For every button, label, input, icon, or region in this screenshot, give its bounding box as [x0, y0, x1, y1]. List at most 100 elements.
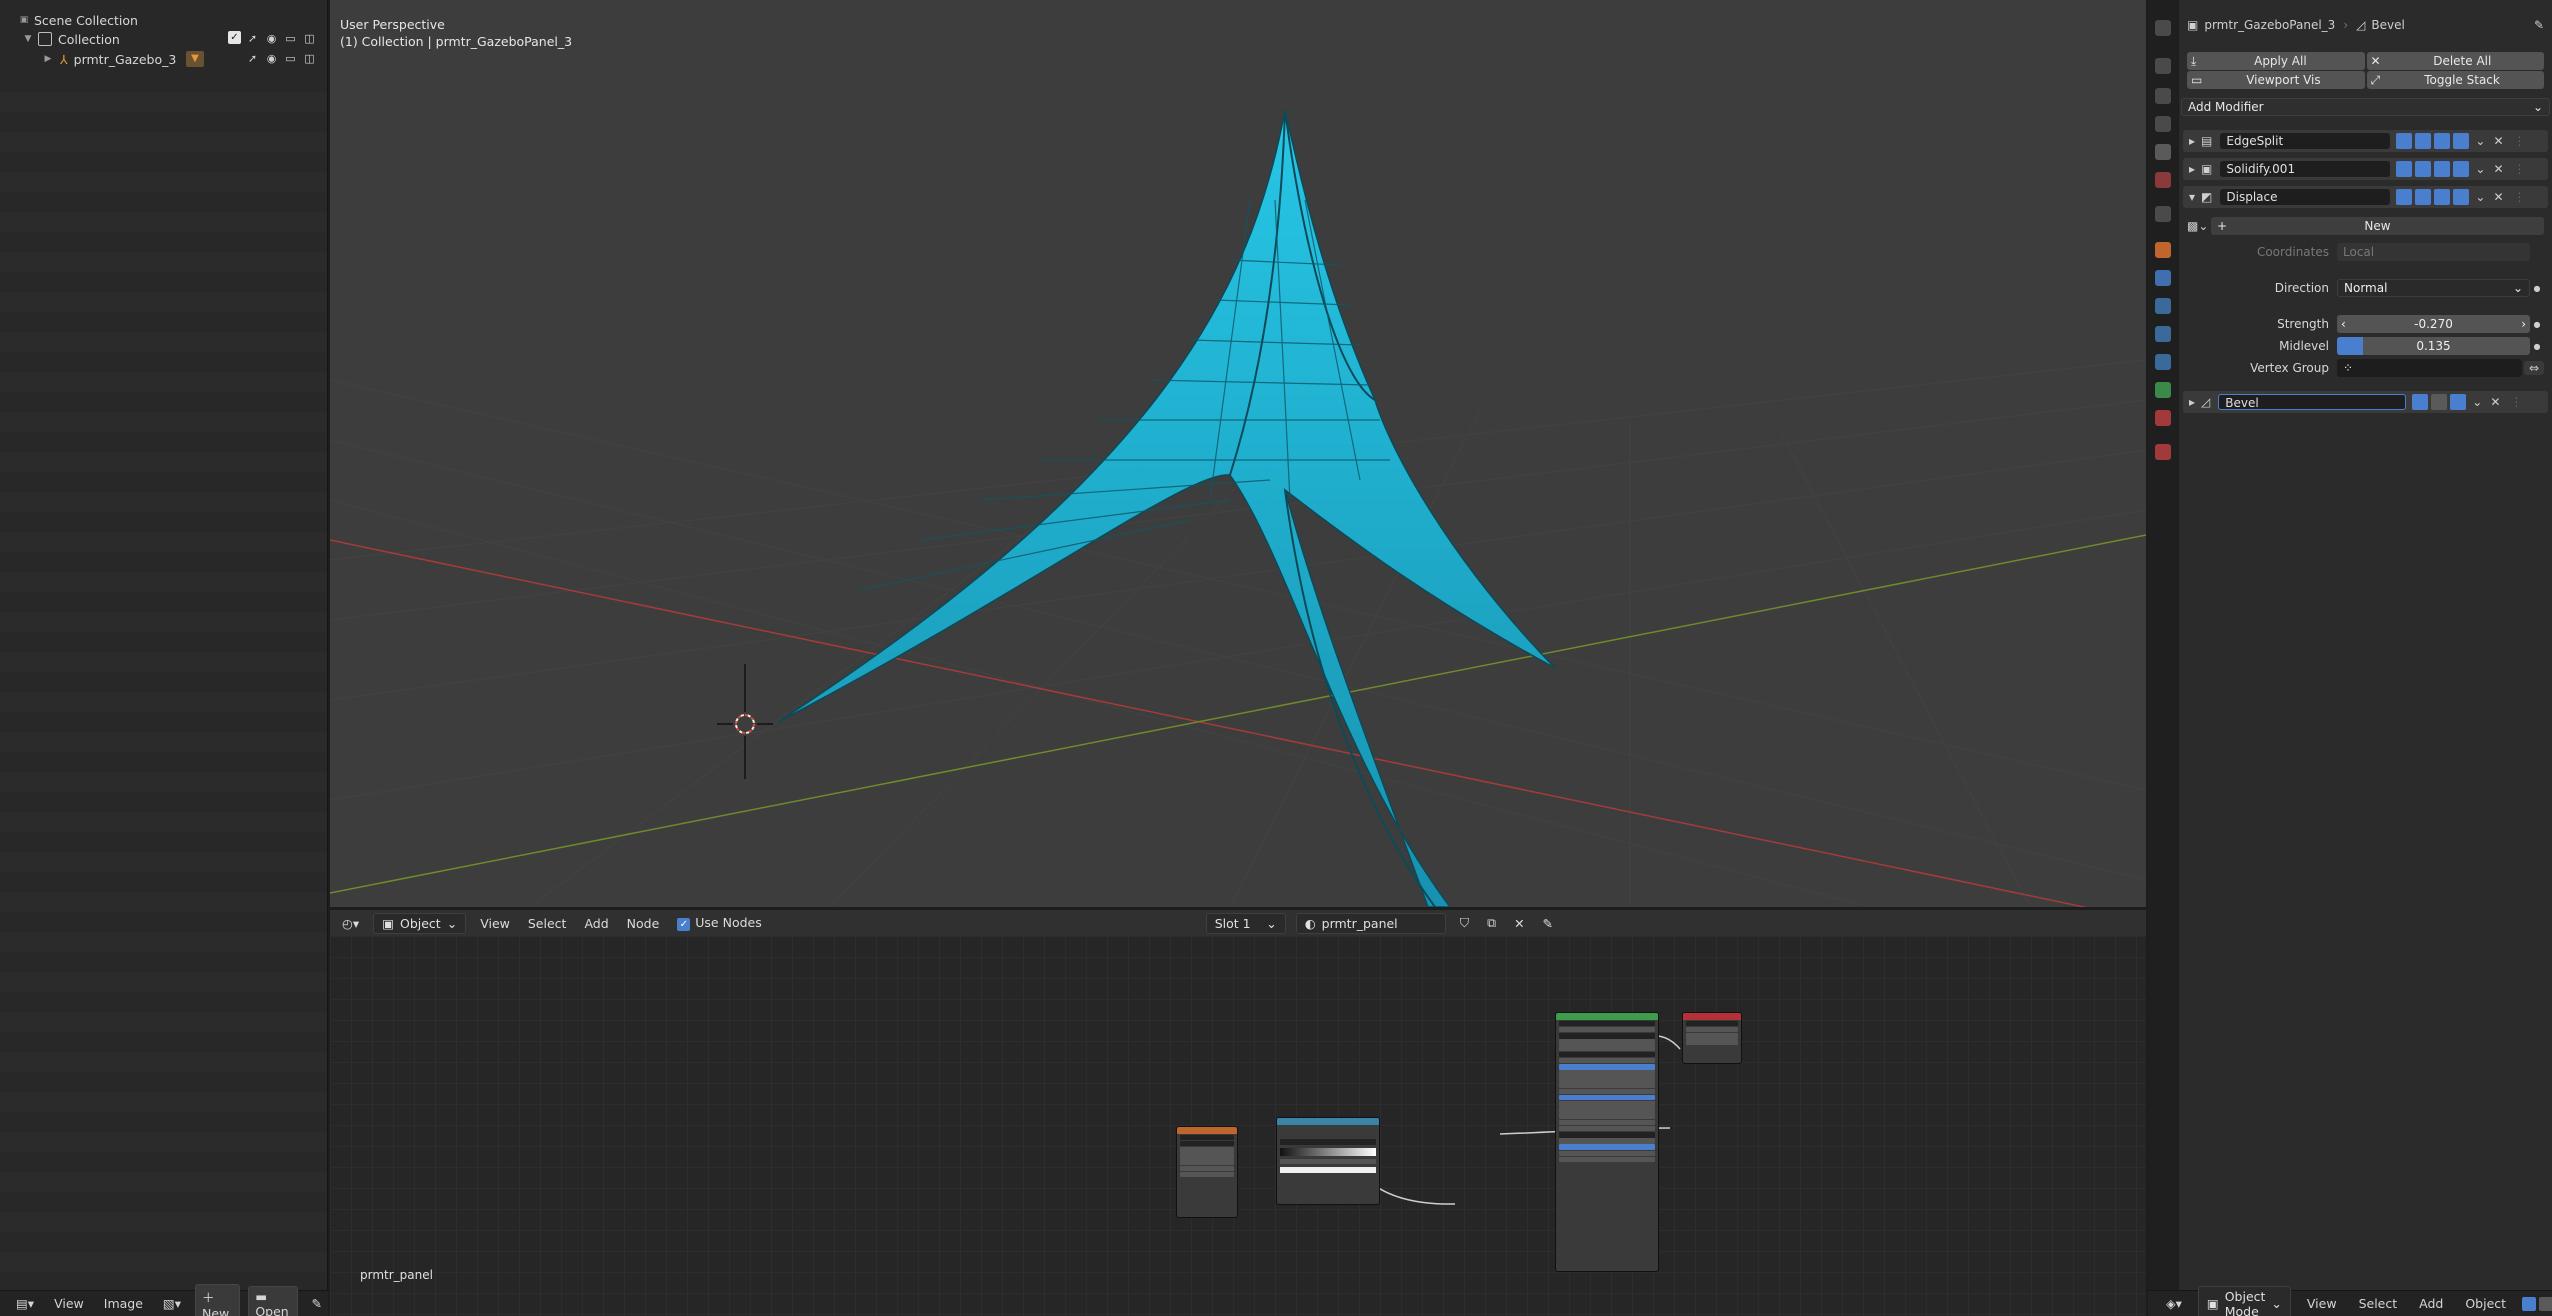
- midlevel-slider[interactable]: 0.135: [2337, 337, 2530, 355]
- edit-cage-icon[interactable]: [2396, 161, 2413, 177]
- fake-user-icon[interactable]: ⛉: [1456, 913, 1473, 933]
- expand-arrow-icon[interactable]: ▶: [42, 54, 54, 64]
- select-arrow-icon[interactable]: ➚: [245, 51, 260, 66]
- render-icon[interactable]: [2450, 394, 2467, 410]
- drag-handle-icon[interactable]: ⋮: [2514, 190, 2526, 204]
- musgrave-texture-node[interactable]: [1176, 1126, 1238, 1218]
- modifier-edgesplit[interactable]: ▸ ▤ EdgeSplit ⌄ ✕ ⋮: [2183, 130, 2548, 152]
- world-tab-icon[interactable]: [2155, 172, 2171, 188]
- color-ramp-node[interactable]: [1276, 1117, 1380, 1205]
- view-menu[interactable]: View: [2301, 1294, 2343, 1313]
- output-tab-icon[interactable]: [2155, 88, 2171, 104]
- drag-handle-icon[interactable]: ⋮: [2514, 134, 2526, 148]
- close-icon[interactable]: ✕: [2490, 395, 2500, 409]
- mode-dropdown[interactable]: ▣ Object Mode ⌄: [2197, 1285, 2291, 1316]
- add-menu[interactable]: Add: [2413, 1294, 2449, 1313]
- select-arrow-icon[interactable]: ➚: [245, 31, 260, 46]
- editmode-icon[interactable]: [2415, 161, 2432, 177]
- toggle-stack-button[interactable]: ⤢ Toggle Stack: [2366, 71, 2544, 89]
- shader-node-editor[interactable]: prmtr_panel: [330, 936, 2146, 1316]
- editmode-icon[interactable]: [2415, 133, 2432, 149]
- close-icon[interactable]: ✕: [2493, 134, 2503, 148]
- modifier-solidify[interactable]: ▸ ▣ Solidify.001 ⌄ ✕ ⋮: [2183, 158, 2548, 180]
- select-extend-icon[interactable]: [2539, 1296, 2552, 1311]
- keyframe-dot-icon[interactable]: ●: [2530, 342, 2544, 351]
- new-texture-button[interactable]: + New: [2211, 217, 2544, 235]
- constraints-tab-icon[interactable]: [2155, 354, 2171, 370]
- material-tab-icon[interactable]: [2155, 410, 2171, 426]
- close-icon[interactable]: ✕: [1510, 914, 1528, 933]
- pin-icon[interactable]: ✎: [2534, 18, 2544, 32]
- pin-icon[interactable]: ✎: [306, 1294, 328, 1313]
- editor-type-icon[interactable]: ◈▾: [2160, 1294, 2188, 1313]
- image-menu[interactable]: Image: [98, 1294, 149, 1313]
- exclude-checkbox[interactable]: ✓: [228, 31, 241, 44]
- outliner-object[interactable]: ▶ ⅄ prmtr_Gazebo_3 ▼ ➚ ◉ ▭ ◫: [0, 49, 327, 69]
- realtime-icon[interactable]: [2434, 161, 2451, 177]
- expand-arrow-icon[interactable]: ▸: [2189, 134, 2195, 148]
- select-box-icon[interactable]: [2522, 1296, 2537, 1311]
- strength-slider[interactable]: ‹ -0.270 ›: [2337, 315, 2530, 333]
- tool-tab-icon[interactable]: [2155, 20, 2171, 36]
- close-icon[interactable]: ✕: [2493, 190, 2503, 204]
- object-menu[interactable]: Object: [2459, 1294, 2512, 1313]
- collapse-arrow-icon[interactable]: ▾: [2189, 190, 2195, 204]
- editor-type-icon[interactable]: ◴▾: [338, 914, 363, 933]
- use-nodes-toggle[interactable]: ✓ Use Nodes: [673, 913, 765, 933]
- render-tab-icon[interactable]: [2155, 58, 2171, 74]
- viewport-vis-button[interactable]: ▭ Viewport Vis: [2187, 71, 2365, 89]
- modifier-tab-icon[interactable]: [2155, 270, 2171, 286]
- material-selector[interactable]: ◐ prmtr_panel: [1295, 912, 1446, 934]
- expand-arrow-icon[interactable]: ▼: [22, 34, 34, 44]
- coordinates-dropdown[interactable]: Local: [2337, 243, 2530, 261]
- modifier-displace[interactable]: ▾ ◩ Displace ⌄ ✕ ⋮: [2183, 186, 2548, 208]
- invert-icon[interactable]: ⇔: [2524, 361, 2544, 375]
- render-icon[interactable]: [2453, 133, 2470, 149]
- monitor-icon[interactable]: ▭: [283, 31, 298, 46]
- view-layer-tab-icon[interactable]: [2155, 116, 2171, 132]
- render-icon[interactable]: [2453, 161, 2470, 177]
- edit-cage-icon[interactable]: [2396, 133, 2413, 149]
- decrement-arrow-icon[interactable]: ‹: [2341, 317, 2346, 331]
- expand-arrow-icon[interactable]: ▸: [2189, 395, 2195, 409]
- chevron-down-icon[interactable]: ⌄: [2472, 395, 2482, 409]
- apply-all-button[interactable]: ⤓ Apply All: [2187, 52, 2365, 70]
- particles-tab-icon[interactable]: [2155, 298, 2171, 314]
- camera-icon[interactable]: ◫: [302, 51, 317, 66]
- add-modifier-dropdown[interactable]: Add Modifier ⌄: [2181, 98, 2550, 116]
- view-menu[interactable]: View: [48, 1294, 90, 1313]
- vertex-group-field[interactable]: ⁘: [2337, 359, 2522, 377]
- object-type-dropdown[interactable]: ▣ Object ⌄: [373, 912, 467, 934]
- view-menu[interactable]: View: [476, 914, 514, 933]
- texture-tab-icon[interactable]: [2155, 444, 2171, 460]
- 3d-viewport[interactable]: User Perspective (1) Collection | prmtr_…: [330, 0, 2146, 907]
- open-image-button[interactable]: ▬ Open: [248, 1285, 298, 1316]
- scene-tab-icon[interactable]: [2155, 144, 2171, 160]
- edit-cage-icon[interactable]: [2396, 189, 2413, 205]
- increment-arrow-icon[interactable]: ›: [2521, 317, 2526, 331]
- collection-tab-icon[interactable]: [2155, 206, 2171, 222]
- new-image-button[interactable]: ＋ New: [195, 1283, 241, 1316]
- drag-handle-icon[interactable]: ⋮: [2514, 162, 2526, 176]
- pin-icon[interactable]: ✎: [1539, 914, 1557, 933]
- modifier-name-field[interactable]: Solidify.001: [2220, 161, 2391, 177]
- material-output-node[interactable]: [1682, 1012, 1742, 1064]
- monitor-icon[interactable]: ▭: [283, 51, 298, 66]
- principled-bsdf-node[interactable]: [1555, 1012, 1659, 1272]
- texture-checker-icon[interactable]: ▩⌄: [2187, 219, 2211, 233]
- close-icon[interactable]: ✕: [2493, 162, 2503, 176]
- material-name-field[interactable]: prmtr_panel: [1322, 916, 1398, 931]
- editor-type-icon[interactable]: ▤▾: [10, 1294, 40, 1313]
- select-menu[interactable]: Select: [2353, 1294, 2404, 1313]
- duplicate-icon[interactable]: ⧉: [1483, 913, 1500, 933]
- drag-handle-icon[interactable]: ⋮: [2510, 395, 2522, 409]
- camera-icon[interactable]: ◫: [302, 31, 317, 46]
- modifier-name-field[interactable]: Bevel: [2218, 394, 2407, 410]
- editmode-icon[interactable]: [2415, 189, 2432, 205]
- render-icon[interactable]: [2453, 189, 2470, 205]
- realtime-icon[interactable]: [2431, 394, 2448, 410]
- physics-tab-icon[interactable]: [2155, 326, 2171, 342]
- data-tab-icon[interactable]: [2155, 382, 2171, 398]
- modifier-name-field[interactable]: EdgeSplit: [2220, 133, 2391, 149]
- outliner-scene-collection[interactable]: ▣ Scene Collection: [0, 10, 327, 30]
